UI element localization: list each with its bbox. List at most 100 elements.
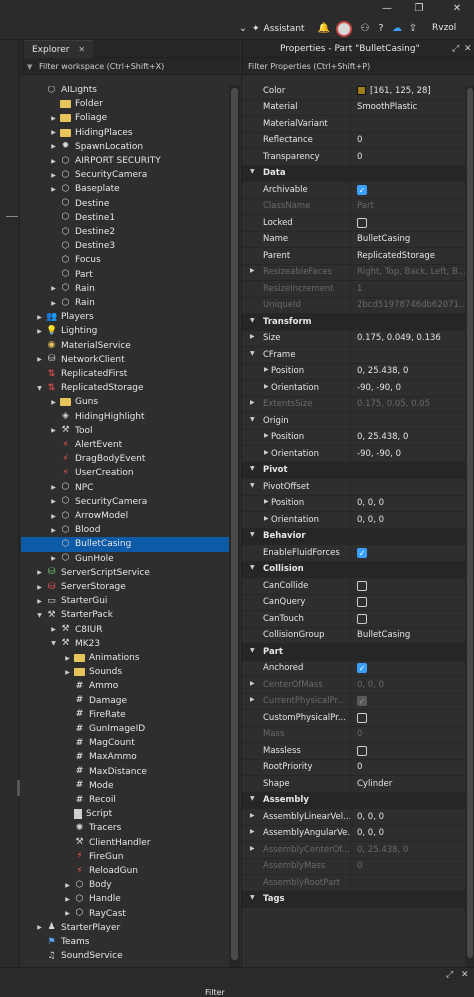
properties-scrollbar[interactable] — [465, 86, 474, 967]
tree-item[interactable]: ▶ ⬡ Rain — [21, 282, 229, 296]
minimize-button[interactable]: — — [376, 1, 398, 17]
tree-item[interactable]: ▶ ⛁ ServerStorage — [21, 580, 229, 594]
property-value[interactable]: 0, 0, 0 — [350, 825, 465, 841]
property-section[interactable]: ▼ Behavior — [242, 528, 465, 545]
expand-arrow-icon[interactable]: ▶ — [63, 655, 72, 662]
property-value[interactable]: ReplicatedStorage — [350, 248, 465, 264]
property-checkbox[interactable]: ✓ — [357, 184, 367, 195]
tree-item[interactable]: ▶ ⛁ ServerScriptService — [21, 566, 229, 580]
property-value[interactable] — [350, 743, 465, 759]
property-value[interactable]: Cylinder — [350, 776, 465, 792]
tree-item[interactable]: ⇅ ReplicatedFirst — [21, 367, 229, 381]
property-value[interactable] — [350, 413, 465, 429]
tree-item[interactable]: ▶ HidingPlaces — [21, 126, 229, 140]
collapse-arrow-icon[interactable]: ▼ — [250, 168, 255, 175]
expand-arrow-icon[interactable]: ▶ — [250, 845, 255, 852]
assistant-button[interactable]: ✦ Assistant — [252, 22, 305, 36]
expand-arrow-icon[interactable]: ▶ — [264, 366, 269, 373]
expand-arrow-icon[interactable]: ▶ — [264, 498, 269, 505]
expand-arrow-icon[interactable]: ▶ — [35, 584, 44, 591]
tree-item[interactable]: ▶ ⚒ Tool — [21, 424, 229, 438]
tree-item[interactable]: ⚡ AlertEvent — [21, 438, 229, 452]
property-checkbox[interactable] — [357, 597, 367, 608]
property-value[interactable]: 0, 25.438, 0 — [350, 429, 465, 445]
close-icon[interactable]: ✕ — [461, 970, 469, 980]
properties-filter[interactable]: Filter Properties (Ctrl+Shift+P) — [242, 58, 474, 75]
expand-arrow-icon[interactable]: ▶ — [264, 449, 269, 456]
expand-arrow-icon[interactable]: ▶ — [264, 383, 269, 390]
expand-arrow-icon[interactable]: ▶ — [63, 882, 72, 889]
property-value[interactable]: -90, -90, 0 — [350, 446, 465, 462]
tree-item[interactable]: # Recoil — [21, 793, 229, 807]
tree-item[interactable]: ⬡ Destine1 — [21, 211, 229, 225]
collapse-arrow-icon[interactable]: ▼ — [250, 465, 255, 472]
tree-item[interactable]: ▶ ✹ SpawnLocation — [21, 140, 229, 154]
property-row[interactable]: CanQuery — [242, 594, 465, 611]
tree-item[interactable]: ▶ ▭ StarterGui — [21, 594, 229, 608]
property-section-header[interactable]: ▼ Data — [242, 168, 465, 178]
tree-item[interactable]: # FireRate — [21, 708, 229, 722]
tree-item[interactable]: Folder — [21, 97, 229, 111]
expand-arrow-icon[interactable]: ▶ — [63, 910, 72, 917]
tree-item[interactable]: # MagCount — [21, 736, 229, 750]
property-checkbox[interactable] — [357, 613, 367, 624]
properties-filter-input[interactable]: Filter Properties (Ctrl+Shift+P) — [248, 62, 370, 71]
property-row[interactable]: CustomPhysicalPr... — [242, 710, 465, 727]
expand-arrow-icon[interactable]: ▶ — [49, 129, 58, 136]
property-row[interactable]: AssemblyMass 0 — [242, 858, 465, 875]
property-row[interactable]: Archivable ✓ — [242, 182, 465, 199]
tree-item[interactable]: # MaxDistance — [21, 765, 229, 779]
tree-item[interactable]: ⬡ Part — [21, 268, 229, 282]
expand-arrow-icon[interactable]: ▶ — [35, 924, 44, 931]
property-checkbox[interactable]: ✓ — [357, 663, 367, 674]
property-value[interactable] — [350, 347, 465, 363]
expand-arrow-icon[interactable]: ▶ — [250, 696, 255, 703]
tree-item[interactable]: ◈ HidingHighlight — [21, 410, 229, 424]
property-row[interactable]: ▶ Position 0, 25.438, 0 — [242, 429, 465, 446]
property-row[interactable]: Locked — [242, 215, 465, 232]
expand-arrow-icon[interactable]: ▶ — [49, 498, 58, 505]
expand-arrow-icon[interactable]: ▶ — [49, 186, 58, 193]
tree-item[interactable]: ▶ ⬡ GunHole — [21, 552, 229, 566]
property-value[interactable]: ✓ — [350, 182, 465, 198]
explorer-tab[interactable]: Explorer ✕ — [24, 40, 94, 58]
tree-item[interactable]: ⬡ Destine3 — [21, 239, 229, 253]
share-icon[interactable]: ⇪ — [406, 22, 420, 36]
tree-item[interactable]: ▶ Foliage — [21, 111, 229, 125]
property-value[interactable]: 0, 0, 0 — [350, 809, 465, 825]
property-value[interactable] — [350, 578, 465, 594]
help-icon[interactable]: ? — [374, 22, 388, 36]
property-section-header[interactable]: ▼ Behavior — [242, 531, 465, 541]
collapse-arrow-icon[interactable]: ▼ — [250, 795, 255, 802]
tree-item[interactable]: ▼ ⚒ StarterPack — [21, 608, 229, 622]
tree-item[interactable]: ⬡ BulletCasing — [21, 537, 229, 552]
expand-arrow-icon[interactable]: ▶ — [264, 432, 269, 439]
property-value[interactable]: -90, -90, 0 — [350, 380, 465, 396]
property-row[interactable]: ▶ AssemblyLinearVel... 0, 0, 0 — [242, 809, 465, 826]
property-checkbox[interactable]: ✓ — [357, 547, 367, 558]
expand-arrow-icon[interactable]: ▶ — [250, 399, 255, 406]
tree-item[interactable]: ♫ SoundService — [21, 949, 229, 963]
collapse-arrow-icon[interactable]: ▼ — [250, 531, 255, 538]
expand-arrow-icon[interactable]: ▶ — [49, 285, 58, 292]
expand-arrow-icon[interactable]: ▶ — [49, 143, 58, 150]
expand-arrow-icon[interactable]: ▶ — [49, 115, 58, 122]
collapse-arrow-icon[interactable]: ▼ — [35, 385, 44, 392]
property-checkbox[interactable] — [357, 217, 367, 228]
property-section[interactable]: ▼ Part — [242, 644, 465, 661]
tree-item[interactable]: # GunImageID — [21, 722, 229, 736]
tree-item[interactable]: # MaxAmmo — [21, 750, 229, 764]
property-value[interactable]: 0 — [350, 759, 465, 775]
property-section[interactable]: ▼ Data — [242, 165, 465, 182]
tree-item[interactable]: ▶ ⬡ NPC — [21, 481, 229, 495]
property-row[interactable]: Parent ReplicatedStorage — [242, 248, 465, 265]
property-row[interactable]: ▶ Orientation -90, -90, 0 — [242, 380, 465, 397]
property-row[interactable]: ▶ Orientation 0, 0, 0 — [242, 512, 465, 529]
tree-item[interactable]: ⚒ ClientHandler — [21, 836, 229, 850]
property-row[interactable]: Transparency 0 — [242, 149, 465, 166]
close-window-button[interactable]: ✕ — [446, 1, 468, 17]
tree-item[interactable]: ▶ 👥 Players — [21, 310, 229, 324]
property-row[interactable]: EnableFluidForces ✓ — [242, 545, 465, 562]
property-checkbox[interactable] — [357, 580, 367, 591]
tree-item[interactable]: ✺ Tracers — [21, 821, 229, 835]
